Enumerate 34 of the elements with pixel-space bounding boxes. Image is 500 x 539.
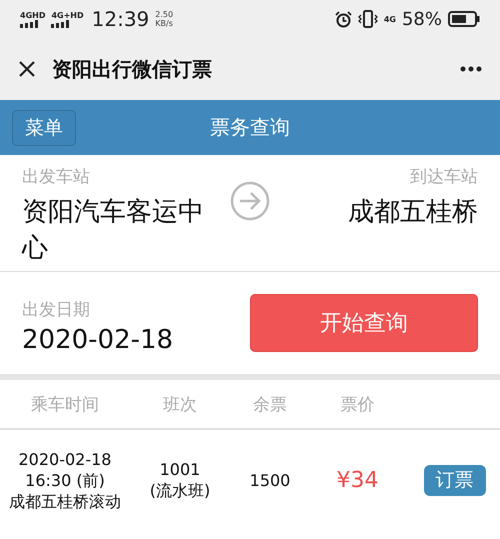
trip-type-cell: (流水班)	[150, 480, 210, 501]
departure-station[interactable]: 资阳汽车客运中心	[22, 194, 222, 266]
date-label: 出发日期	[22, 298, 91, 320]
route-cell: 成都五桂桥滚动	[9, 490, 121, 512]
vibrate-icon	[358, 10, 378, 28]
page-title: 票务查询	[209, 114, 291, 141]
column-header: 余票	[253, 394, 287, 416]
network-speed: 2.50	[155, 10, 174, 19]
price-cell: ¥34	[336, 470, 378, 490]
speed-unit: KB/s	[155, 19, 174, 28]
departure-label: 出发车站	[22, 166, 91, 188]
arrival-label: 到达车站	[409, 166, 478, 188]
more-button[interactable]	[458, 64, 484, 74]
departure-time-cell: 16:30 (前)	[25, 470, 105, 490]
window-title: 资阳出行微信订票	[52, 56, 213, 82]
departure-date-cell: 2020-02-18	[18, 448, 112, 470]
remaining-tickets-cell: 1500	[250, 470, 290, 490]
arrival-station[interactable]: 成都五桂桥	[278, 194, 478, 230]
clock-time: 12:39	[92, 7, 150, 31]
battery-icon	[448, 11, 480, 27]
alarm-icon	[334, 10, 352, 28]
network-label: 4G	[384, 14, 396, 24]
book-button[interactable]: 订票	[424, 464, 486, 496]
departure-date[interactable]: 2020-02-18	[22, 324, 250, 354]
signal-icon	[20, 20, 40, 28]
column-header: 班次	[163, 394, 197, 416]
trip-number-cell: 1001	[160, 459, 200, 480]
network-label: 4G+HD	[51, 10, 84, 20]
column-header: 票价	[340, 394, 374, 416]
signal-icon	[51, 20, 72, 28]
column-header: 乘车时间	[31, 394, 99, 416]
battery-percent: 58%	[402, 8, 442, 30]
network-label: 4GHD	[20, 10, 46, 20]
menu-button[interactable]: 菜单	[12, 110, 76, 146]
